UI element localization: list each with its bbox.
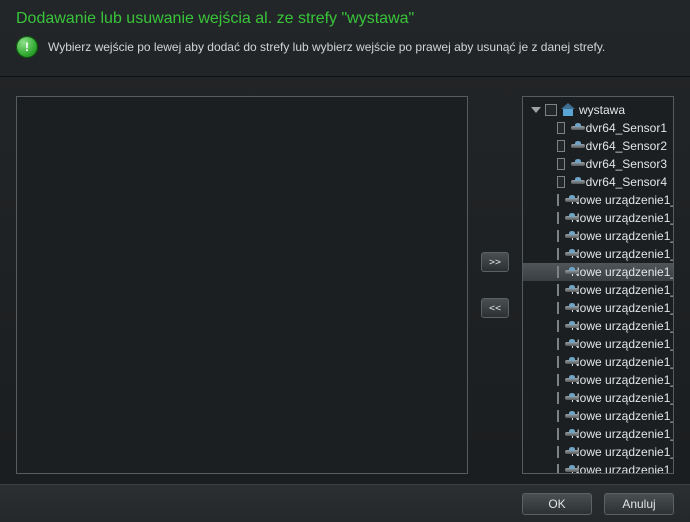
tree-item[interactable]: Nowe urządzenie1_Sensor14: [523, 425, 673, 443]
tree-item-checkbox[interactable]: [557, 410, 559, 422]
tree-item-checkbox[interactable]: [557, 248, 559, 260]
tree-item-label: Nowe urządzenie1_Sensor5: [571, 265, 673, 279]
dialog-footer: OK Anuluj: [0, 484, 690, 522]
tree-item-label: dvr64_Sensor1: [586, 121, 667, 135]
add-to-zone-button[interactable]: >>: [481, 252, 509, 272]
tree-item-checkbox[interactable]: [557, 176, 565, 188]
remove-from-zone-button[interactable]: <<: [481, 298, 509, 318]
tree-item-label: Nowe urządzenie1_Sensor4: [571, 247, 673, 261]
tree-item[interactable]: dvr64_Sensor2: [523, 137, 673, 155]
tree-root-checkbox[interactable]: [545, 104, 557, 116]
tree-item-checkbox[interactable]: [557, 356, 559, 368]
sensor-icon: [571, 159, 580, 169]
tree-item-checkbox[interactable]: [557, 392, 559, 404]
tree-item-checkbox[interactable]: [557, 284, 559, 296]
tree-item-checkbox[interactable]: [557, 194, 559, 206]
tree-item[interactable]: Nowe urządzenie1_Sensor12: [523, 389, 673, 407]
sensor-icon: [571, 141, 580, 151]
tree-item[interactable]: Nowe urządzenie1_Sensor6: [523, 281, 673, 299]
tree-item-label: dvr64_Sensor2: [586, 139, 667, 153]
tree-item[interactable]: Nowe urządzenie1_Sensor15: [523, 443, 673, 461]
tree-item-label: Nowe urządzenie1_Sensor9: [571, 337, 673, 351]
tree-item[interactable]: dvr64_Sensor3: [523, 155, 673, 173]
zone-tree-scroll[interactable]: wystawa dvr64_Sensor1 dvr64_Sensor2 dvr64_…: [523, 97, 673, 473]
tree-item-checkbox[interactable]: [557, 302, 559, 314]
tree-item-label: Nowe urządzenie1_Sensor6: [571, 283, 673, 297]
sensor-icon: [571, 123, 580, 133]
tree-item[interactable]: Nowe urządzenie1_Sensor7: [523, 299, 673, 317]
tree-item[interactable]: Nowe urządzenie1_Sensor2: [523, 209, 673, 227]
tree-item-label: dvr64_Sensor4: [586, 175, 667, 189]
tree-item[interactable]: Nowe urządzenie1_Sensor8: [523, 317, 673, 335]
tree-item-label: Nowe urządzenie1_Sensor16: [571, 463, 673, 473]
tree-item-label: Nowe urządzenie1_Sensor15: [571, 445, 673, 459]
cancel-button[interactable]: Anuluj: [604, 493, 674, 515]
tree-item[interactable]: Nowe urządzenie1_Sensor11: [523, 371, 673, 389]
tree-item-checkbox[interactable]: [557, 140, 565, 152]
tree-item[interactable]: Nowe urządzenie1_Sensor3: [523, 227, 673, 245]
dialog-root: Dodawanie lub usuwanie wejścia al. ze st…: [0, 0, 690, 522]
instruction-text: Wybierz wejście po lewej aby dodać do st…: [48, 40, 605, 54]
home-icon: [561, 104, 575, 116]
tree-item-checkbox[interactable]: [557, 266, 559, 278]
tree-item[interactable]: Nowe urządzenie1_Sensor9: [523, 335, 673, 353]
zone-tree-panel: wystawa dvr64_Sensor1 dvr64_Sensor2 dvr64_…: [522, 96, 674, 474]
tree-item-checkbox[interactable]: [557, 374, 559, 386]
tree-item[interactable]: Nowe urządzenie1_Sensor16: [523, 461, 673, 473]
tree-item-label: Nowe urządzenie1_Sensor8: [571, 319, 673, 333]
tree-item-checkbox[interactable]: [557, 320, 559, 332]
tree-item-checkbox[interactable]: [557, 158, 565, 170]
tree-item[interactable]: Nowe urządzenie1_Sensor4: [523, 245, 673, 263]
tree-item-checkbox[interactable]: [557, 464, 559, 473]
tree-item-label: Nowe urządzenie1_Sensor13: [571, 409, 673, 423]
ok-button[interactable]: OK: [522, 493, 592, 515]
zone-tree-wrap: wystawa dvr64_Sensor1 dvr64_Sensor2 dvr64_…: [522, 96, 674, 474]
tree-item-label: dvr64_Sensor3: [586, 157, 667, 171]
dialog-title: Dodawanie lub usuwanie wejścia al. ze st…: [0, 0, 690, 34]
tree-item-checkbox[interactable]: [557, 446, 559, 458]
available-list-panel[interactable]: [16, 96, 468, 474]
tree-item-checkbox[interactable]: [557, 428, 559, 440]
tree-item-label: Nowe urządzenie1_Sensor14: [571, 427, 673, 441]
tree-item-checkbox[interactable]: [557, 122, 565, 134]
tree-item[interactable]: Nowe urządzenie1_Sensor10: [523, 353, 673, 371]
tree-item-label: Nowe urządzenie1_Sensor10: [571, 355, 673, 369]
tree-root-label: wystawa: [579, 103, 625, 117]
dialog-body: >> << wystawa dvr64_Sensor1 dvr64_Sensor2…: [0, 88, 690, 482]
tree-item-label: Nowe urządzenie1_Sensor2: [571, 211, 673, 225]
tree-item-label: Nowe urządzenie1_Sensor11: [571, 373, 673, 387]
info-icon: !: [16, 36, 38, 58]
tree-item[interactable]: Nowe urządzenie1_Sensor5: [523, 263, 673, 281]
transfer-buttons-column: >> <<: [478, 96, 512, 474]
tree-item-label: Nowe urządzenie1_Sensor12: [571, 391, 673, 405]
instruction-row: ! Wybierz wejście po lewej aby dodać do …: [0, 34, 690, 77]
tree-item-checkbox[interactable]: [557, 230, 559, 242]
tree-item-checkbox[interactable]: [557, 338, 559, 350]
tree-item[interactable]: Nowe urządzenie1_Sensor1: [523, 191, 673, 209]
chevron-down-icon[interactable]: [531, 107, 541, 113]
tree-item-label: Nowe urządzenie1_Sensor1: [571, 193, 673, 207]
tree-item-checkbox[interactable]: [557, 212, 559, 224]
tree-item[interactable]: dvr64_Sensor4: [523, 173, 673, 191]
tree-root-row[interactable]: wystawa: [523, 101, 673, 119]
tree-item-label: Nowe urządzenie1_Sensor3: [571, 229, 673, 243]
tree-item[interactable]: dvr64_Sensor1: [523, 119, 673, 137]
tree-item-label: Nowe urządzenie1_Sensor7: [571, 301, 673, 315]
tree-item[interactable]: Nowe urządzenie1_Sensor13: [523, 407, 673, 425]
sensor-icon: [571, 177, 580, 187]
